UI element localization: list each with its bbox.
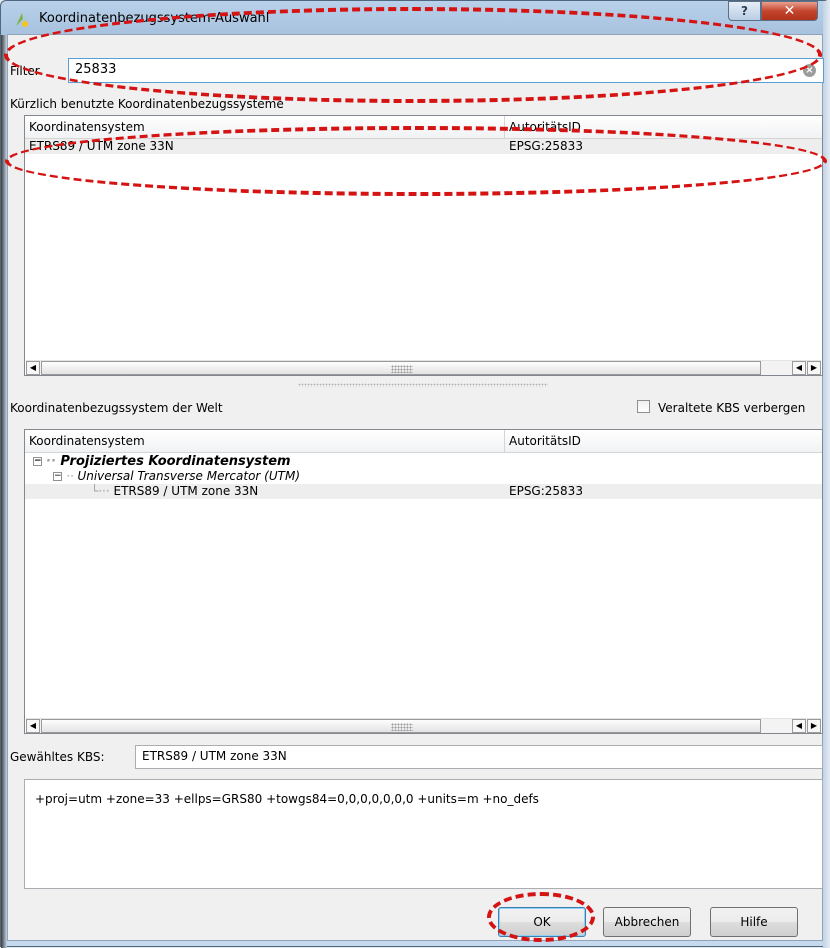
recent-scroll-thumb[interactable] (41, 361, 761, 375)
window-title: Koordinatenbezugssystem-Auswahl (39, 11, 270, 26)
tree-item-row[interactable]: └··· ETRS89 / UTM zone 33N EPSG:25833 (25, 484, 822, 499)
world-table-header: Koordinatensystem AutoritätsID (25, 430, 822, 453)
dialog-client-area: Filter 25833 × Kürzlich benutzte Koordin… (7, 34, 824, 941)
world-crs-label: Koordinatenbezugssystem der Welt (10, 401, 223, 415)
hide-deprecated-checkbox[interactable] (637, 400, 650, 413)
recent-table-header: Koordinatensystem AutoritätsID (25, 116, 822, 139)
filter-label: Filter (10, 64, 40, 78)
help-button[interactable]: Hilfe (710, 907, 798, 937)
recent-col-crs[interactable]: Koordinatensystem (25, 116, 505, 138)
window-frame-right (823, 1, 830, 948)
recent-col-authority-id[interactable]: AutoritätsID (505, 116, 822, 138)
tree-connector: ·· (46, 454, 61, 469)
ok-button[interactable]: OK (498, 907, 586, 937)
collapse-icon[interactable]: − (33, 457, 42, 466)
selected-crs-label: Gewähltes KBS: (10, 750, 105, 764)
recent-table-row[interactable]: ETRS89 / UTM zone 33N EPSG:25833 (25, 139, 822, 154)
scroll-left-arrow-icon[interactable]: ◀ (26, 719, 40, 733)
world-horizontal-scrollbar[interactable]: ◀ ◀ ▶ (26, 718, 821, 733)
titlebar-help-button[interactable]: ? (728, 1, 761, 21)
selected-crs-field[interactable]: ETRS89 / UTM zone 33N (135, 745, 823, 769)
recent-crs-table: Koordinatensystem AutoritätsID ETRS89 / … (24, 115, 823, 376)
cancel-button[interactable]: Abbrechen (603, 907, 691, 937)
scroll-left-arrow-icon[interactable]: ◀ (792, 361, 806, 375)
grip-icon (391, 365, 413, 373)
qgis-app-icon (16, 13, 28, 27)
recent-row-authority-id: EPSG:25833 (509, 139, 583, 153)
scroll-left-arrow-icon[interactable]: ◀ (26, 361, 40, 375)
world-scroll-thumb[interactable] (41, 719, 761, 733)
tree-group-label: Projiziertes Koordinatensystem (60, 454, 291, 469)
tree-subgroup-label: Universal Transverse Mercator (UTM) (77, 469, 301, 483)
dialog-window: Koordinatenbezugssystem-Auswahl ? ✕ Filt… (0, 0, 830, 948)
title-bar[interactable]: Koordinatenbezugssystem-Auswahl ? ✕ (1, 1, 829, 35)
tree-subgroup-row[interactable]: − ·· Universal Transverse Mercator (UTM) (25, 469, 822, 484)
proj-definition-box[interactable]: +proj=utm +zone=33 +ellps=GRS80 +towgs84… (24, 779, 823, 889)
selected-crs-value: ETRS89 / UTM zone 33N (142, 749, 287, 763)
scroll-left-arrow-icon[interactable]: ◀ (792, 719, 806, 733)
proj-definition-text: +proj=utm +zone=33 +ellps=GRS80 +towgs84… (35, 792, 539, 806)
grip-icon (391, 723, 413, 731)
scroll-right-arrow-icon[interactable]: ▶ (807, 719, 821, 733)
tree-connector: ·· (66, 469, 78, 483)
tree-connector: └··· (91, 484, 114, 498)
scroll-right-arrow-icon[interactable]: ▶ (807, 361, 821, 375)
splitter-handle[interactable] (298, 383, 548, 387)
collapse-icon[interactable]: − (53, 472, 62, 481)
clear-filter-icon[interactable]: × (803, 64, 816, 77)
filter-input[interactable]: 25833 (68, 58, 824, 83)
world-col-crs[interactable]: Koordinatensystem (25, 430, 505, 452)
recent-horizontal-scrollbar[interactable]: ◀ ◀ ▶ (26, 360, 821, 375)
world-col-authority-id[interactable]: AutoritätsID (505, 430, 822, 452)
recent-row-crs-name: ETRS89 / UTM zone 33N (29, 139, 174, 153)
world-crs-tree: Koordinatensystem AutoritätsID − ·· Proji… (24, 429, 823, 734)
hide-deprecated-label[interactable]: Veraltete KBS verbergen (658, 401, 805, 415)
filter-input-value: 25833 (75, 62, 117, 77)
tree-group-row[interactable]: − ·· Projiziertes Koordinatensystem (25, 454, 822, 469)
tree-item-authority-id: EPSG:25833 (509, 484, 583, 498)
titlebar-close-button[interactable]: ✕ (761, 1, 818, 21)
tree-item-crs-name: ETRS89 / UTM zone 33N (113, 484, 259, 498)
recent-crs-label: Kürzlich benutzte Koordinatenbezugssyste… (10, 97, 284, 111)
